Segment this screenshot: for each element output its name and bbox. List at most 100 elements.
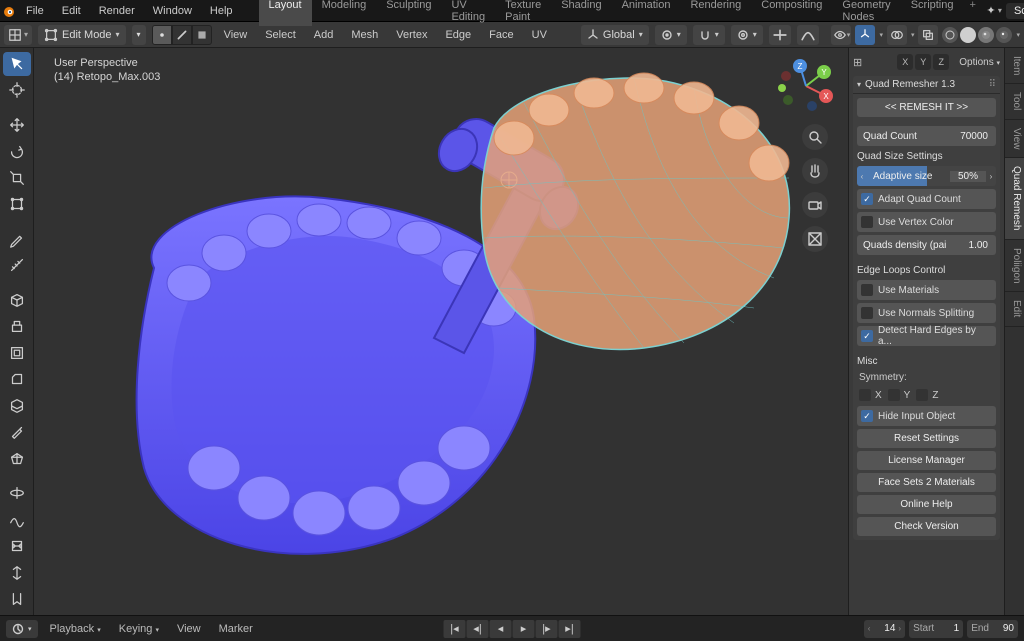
menu-edge[interactable]: Edge bbox=[439, 29, 477, 41]
tab-compositing[interactable]: Compositing bbox=[751, 0, 832, 26]
sym-z[interactable]: Z bbox=[916, 389, 938, 401]
jump-start-button[interactable]: |◂ bbox=[444, 620, 466, 638]
remesh-it-button[interactable]: << REMESH IT >> bbox=[857, 98, 996, 117]
tool-loopcut[interactable] bbox=[3, 394, 31, 418]
jump-end-button[interactable]: ▸| bbox=[559, 620, 581, 638]
pan-icon[interactable] bbox=[802, 158, 828, 184]
add-workspace-button[interactable]: + bbox=[963, 0, 981, 26]
menu-window[interactable]: Window bbox=[145, 2, 200, 20]
menu-view[interactable]: View bbox=[218, 29, 254, 41]
current-frame-field[interactable]: ‹14› bbox=[864, 620, 905, 638]
tab-scripting[interactable]: Scripting bbox=[901, 0, 964, 26]
wireframe-shading[interactable] bbox=[942, 27, 958, 43]
tab-poliigon[interactable]: Poliigon bbox=[1005, 240, 1024, 293]
tool-knife[interactable] bbox=[3, 421, 31, 445]
timeline-editor-icon[interactable]: ▾ bbox=[6, 620, 38, 638]
online-help-button[interactable]: Online Help bbox=[857, 495, 996, 514]
use-normals-check[interactable]: Use Normals Splitting bbox=[857, 303, 996, 323]
tool-spin[interactable] bbox=[3, 482, 31, 506]
tab-shading[interactable]: Shading bbox=[551, 0, 611, 26]
tab-geometry-nodes[interactable]: Geometry Nodes bbox=[832, 0, 900, 26]
menu-select[interactable]: Select bbox=[259, 29, 302, 41]
scene-name[interactable]: Scene bbox=[1006, 3, 1024, 19]
end-frame-field[interactable]: End90 bbox=[967, 620, 1018, 638]
visibility-icon[interactable]: ▾ bbox=[831, 25, 851, 45]
license-manager-button[interactable]: License Manager bbox=[857, 451, 996, 470]
tab-edit[interactable]: Edit bbox=[1005, 292, 1024, 326]
tool-annotate[interactable] bbox=[3, 227, 31, 251]
xray-curve-icon[interactable] bbox=[797, 25, 819, 45]
tool-smooth[interactable] bbox=[3, 508, 31, 532]
gizmo-toggle[interactable] bbox=[855, 25, 875, 45]
tool-bevel[interactable] bbox=[3, 368, 31, 392]
tool-polybuild[interactable] bbox=[3, 447, 31, 471]
pivot-selector[interactable]: ▾ bbox=[655, 25, 687, 45]
tool-rotate[interactable] bbox=[3, 140, 31, 164]
play-button[interactable]: ▸ bbox=[513, 620, 535, 638]
face-select-mode[interactable] bbox=[192, 25, 212, 45]
edge-select-mode[interactable] bbox=[172, 25, 192, 45]
overlays-toggle[interactable] bbox=[887, 25, 907, 45]
rendered-shading[interactable] bbox=[996, 27, 1012, 43]
menu-uv[interactable]: UV bbox=[526, 29, 553, 41]
tab-sculpting[interactable]: Sculpting bbox=[376, 0, 441, 26]
menu-mesh[interactable]: Mesh bbox=[345, 29, 384, 41]
tool-inset[interactable] bbox=[3, 341, 31, 365]
vertex-select-mode[interactable] bbox=[152, 25, 172, 45]
use-vertex-color-check[interactable]: Use Vertex Color bbox=[857, 212, 996, 232]
snap-selector[interactable]: ▾ bbox=[693, 25, 725, 45]
orientation-selector[interactable]: Global▾ bbox=[581, 25, 649, 45]
tab-animation[interactable]: Animation bbox=[612, 0, 681, 26]
tool-shrink[interactable] bbox=[3, 561, 31, 585]
detect-hard-edges-check[interactable]: ✓Detect Hard Edges by a... bbox=[857, 326, 996, 346]
perspective-icon[interactable] bbox=[802, 226, 828, 252]
face-sets-materials-button[interactable]: Face Sets 2 Materials bbox=[857, 473, 996, 492]
menu-vertex[interactable]: Vertex bbox=[390, 29, 433, 41]
prev-key-button[interactable]: ◂| bbox=[467, 620, 489, 638]
menu-file[interactable]: File bbox=[18, 2, 52, 20]
zoom-icon[interactable] bbox=[802, 124, 828, 150]
camera-icon[interactable] bbox=[802, 192, 828, 218]
tab-quad-remesh[interactable]: Quad Remesh bbox=[1005, 158, 1024, 239]
play-reverse-button[interactable]: ◂ bbox=[490, 620, 512, 638]
proportional-edit[interactable]: ▾ bbox=[731, 25, 763, 45]
tool-edge-slide[interactable] bbox=[3, 535, 31, 559]
tab-texture-paint[interactable]: Texture Paint bbox=[495, 0, 551, 26]
sym-x[interactable]: X bbox=[859, 389, 882, 401]
tab-uv-editing[interactable]: UV Editing bbox=[441, 0, 495, 26]
mode-selector[interactable]: Edit Mode ▾ bbox=[38, 25, 126, 45]
quad-count-field[interactable]: Quad Count 70000 bbox=[857, 126, 996, 146]
tab-rendering[interactable]: Rendering bbox=[680, 0, 751, 26]
3d-viewport[interactable]: User Perspective (14) Retopo_Max.003 X Y… bbox=[34, 48, 848, 615]
tool-transform[interactable] bbox=[3, 193, 31, 217]
reset-settings-button[interactable]: Reset Settings bbox=[857, 429, 996, 448]
matprev-shading[interactable] bbox=[978, 27, 994, 43]
tab-modeling[interactable]: Modeling bbox=[312, 0, 377, 26]
tool-extrude[interactable] bbox=[3, 315, 31, 339]
axis-y-toggle[interactable]: Y bbox=[915, 54, 931, 70]
axis-z-toggle[interactable]: Z bbox=[933, 54, 949, 70]
adaptive-size-slider[interactable]: ‹ Adaptive size 50% › bbox=[857, 166, 996, 186]
use-materials-check[interactable]: Use Materials bbox=[857, 280, 996, 300]
options-dropdown[interactable]: Options ▾ bbox=[959, 57, 1000, 68]
timeline-view-menu[interactable]: View bbox=[171, 623, 207, 635]
playback-menu[interactable]: Playback ▾ bbox=[44, 623, 107, 635]
menu-face[interactable]: Face bbox=[483, 29, 519, 41]
check-version-button[interactable]: Check Version bbox=[857, 517, 996, 536]
axis-x-toggle[interactable]: X bbox=[897, 54, 913, 70]
solid-shading[interactable] bbox=[960, 27, 976, 43]
tab-layout[interactable]: Layout bbox=[259, 0, 312, 26]
tool-add-cube[interactable] bbox=[3, 288, 31, 312]
tool-measure[interactable] bbox=[3, 254, 31, 278]
menu-add[interactable]: Add bbox=[308, 29, 340, 41]
scene-selector[interactable]: ✦▾ Scene bbox=[982, 3, 1024, 19]
axis-gizmo[interactable]: X Y Z bbox=[778, 58, 834, 114]
tool-cursor[interactable] bbox=[3, 79, 31, 103]
editor-type-button[interactable]: ▾ bbox=[4, 25, 32, 45]
panel-header-quadremesher[interactable]: ▾Quad Remesher 1.3 ⠿ bbox=[853, 76, 1000, 94]
mesh-auto-merge[interactable] bbox=[769, 25, 791, 45]
tab-sidebar-view[interactable]: View bbox=[1005, 120, 1024, 159]
menu-help[interactable]: Help bbox=[202, 2, 241, 20]
quads-density-field[interactable]: Quads density (pai 1.00 bbox=[857, 235, 996, 255]
hide-input-check[interactable]: ✓Hide Input Object bbox=[857, 406, 996, 426]
